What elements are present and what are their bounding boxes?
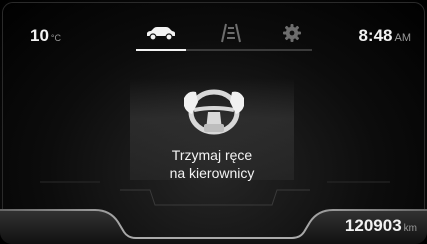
clock: 8:48 AM <box>358 26 411 46</box>
clock-time: 8:48 <box>358 26 393 45</box>
odometer: 120903 km <box>345 216 417 236</box>
outside-temperature: 10 °C <box>30 26 61 46</box>
tab-settings[interactable] <box>267 18 317 48</box>
temperature-value: 10 <box>30 26 49 45</box>
odometer-unit: km <box>403 223 417 234</box>
hands-on-wheel-icon <box>184 89 244 135</box>
tab-vehicle[interactable] <box>136 18 186 48</box>
tab-lane-assist[interactable] <box>206 18 256 48</box>
odometer-value: 120903 <box>344 216 402 235</box>
lane-assist-icon <box>221 23 241 43</box>
active-tab-indicator <box>136 49 186 51</box>
tab-indicator-track <box>136 49 312 51</box>
instrument-cluster-screen: 10 °C 8:48 AM Trzymaj ręce na kierownicy… <box>0 0 427 244</box>
gear-icon <box>283 24 301 42</box>
alert-message-line-1: Trzymaj ręce <box>171 147 253 163</box>
clock-ampm: AM <box>394 32 412 44</box>
car-icon <box>147 27 175 41</box>
view-tabs <box>136 18 312 51</box>
temperature-unit: °C <box>50 33 62 43</box>
